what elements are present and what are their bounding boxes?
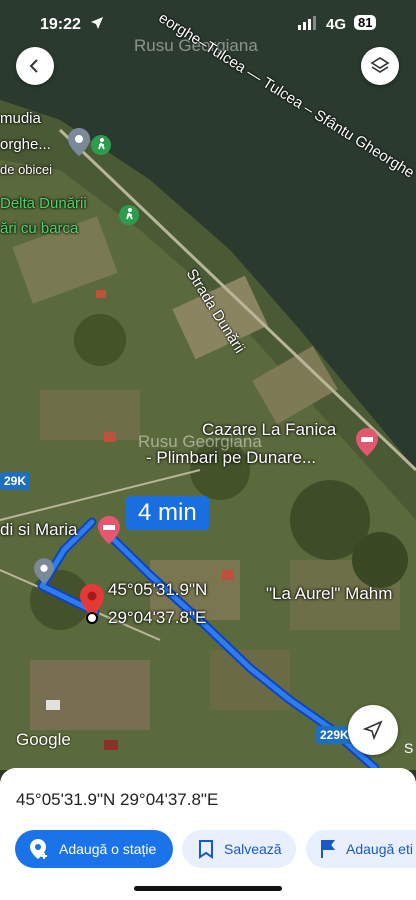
- layers-button[interactable]: [361, 47, 399, 85]
- place-label-cazare[interactable]: - Plimbari pe Dunare...: [146, 448, 316, 468]
- lodging-icon[interactable]: [98, 516, 120, 549]
- clock: 19:22: [40, 16, 81, 33]
- flag-icon: [321, 840, 335, 858]
- location-arrow-icon: [90, 16, 104, 35]
- place-label-cazare[interactable]: Cazare La Fanica: [202, 420, 336, 440]
- add-label-label: Adaugă eti: [346, 841, 413, 857]
- add-stop-label: Adaugă o stație: [59, 841, 157, 857]
- signal-icon: [298, 16, 318, 35]
- coord-label-lat: 45°05'31.9"N: [108, 580, 208, 599]
- add-label-button[interactable]: Adaugă eti: [306, 830, 416, 868]
- poi-marker[interactable]: [34, 558, 54, 589]
- place-label-delta: Delta Dunării: [0, 195, 87, 212]
- place-label-aurel[interactable]: "La Aurel" Mahm: [266, 584, 392, 604]
- route-time-badge[interactable]: 4 min: [126, 496, 209, 530]
- back-button[interactable]: [16, 47, 54, 85]
- add-location-icon: [30, 839, 47, 859]
- selected-location-pin-icon[interactable]: [80, 584, 104, 629]
- home-indicator: [134, 886, 282, 891]
- sheet-coordinates: 45°05'31.9"N 29°04'37.8"E: [16, 790, 219, 809]
- status-bar: 19:22 4G 81: [0, 12, 416, 38]
- place-label: orghe...: [0, 136, 51, 153]
- navigation-arrow-icon: [363, 720, 383, 740]
- coord-label-lng: 29°04'37.8"E: [108, 608, 207, 627]
- bookmark-icon: [199, 840, 213, 859]
- lodging-icon[interactable]: [356, 428, 378, 461]
- place-label-maria[interactable]: di si Maria: [0, 520, 77, 540]
- layers-icon: [370, 57, 390, 73]
- add-stop-button[interactable]: Adaugă o stație: [15, 830, 173, 868]
- place-label-boat: ări cu barca: [0, 220, 79, 237]
- save-label: Salvează: [224, 841, 282, 857]
- place-label: mudia: [0, 110, 41, 127]
- map-view[interactable]: Rusu Georgiana Rusu Georgiana eorghe–Tul…: [0, 0, 416, 770]
- satellite-imagery: [0, 0, 416, 770]
- route-shield: 29K: [0, 472, 31, 490]
- google-logo: Google: [16, 730, 71, 749]
- hiking-icon[interactable]: [90, 134, 112, 161]
- hiking-icon[interactable]: [118, 204, 140, 231]
- poi-marker[interactable]: [68, 128, 90, 161]
- battery-icon: 81: [354, 15, 377, 30]
- corner-letter: S: [404, 740, 414, 756]
- save-button[interactable]: Salvează: [182, 830, 296, 868]
- my-location-button[interactable]: [348, 705, 398, 755]
- chevron-left-icon: [29, 59, 38, 73]
- network-type: 4G: [326, 16, 347, 33]
- place-label: de obicei: [0, 162, 53, 177]
